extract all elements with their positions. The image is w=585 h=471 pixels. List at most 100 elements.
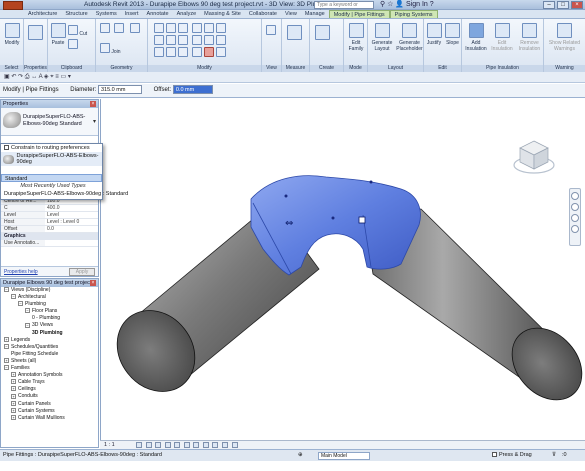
tab-view[interactable]: View	[281, 10, 301, 18]
analytical-model-icon[interactable]	[231, 441, 238, 448]
connector-point[interactable]	[284, 194, 288, 198]
apply-button[interactable]: Apply	[69, 268, 95, 276]
edit-insulation-button[interactable]: Edit Insulation	[489, 23, 515, 52]
render-icon[interactable]	[174, 441, 181, 448]
collapse-icon[interactable]: −	[18, 301, 23, 307]
align-icon[interactable]	[154, 23, 164, 33]
trim-icon[interactable]	[154, 47, 164, 57]
pan-icon[interactable]	[571, 203, 579, 211]
active-model-select[interactable]: Main Model	[318, 452, 370, 460]
justify-button[interactable]: Justify	[425, 23, 443, 46]
tree-item[interactable]: − Architectural	[1, 294, 98, 301]
connector-point[interactable]	[331, 216, 335, 220]
minimize-icon[interactable]: –	[543, 1, 555, 9]
graphics-section-header[interactable]: Graphics	[1, 233, 98, 240]
expand-icon[interactable]: +	[11, 372, 16, 378]
visual-style-icon[interactable]	[145, 441, 152, 448]
tree-item[interactable]: −3D Views	[1, 322, 98, 329]
reveal-hidden-icon[interactable]	[222, 441, 229, 448]
tab-massing-site[interactable]: Massing & Site	[200, 10, 245, 18]
generate-layout-button[interactable]: Generate Layout	[369, 23, 395, 52]
shadows-icon[interactable]	[164, 441, 171, 448]
steering-wheel-icon[interactable]	[571, 192, 579, 200]
collapse-icon[interactable]: −	[4, 287, 9, 293]
temporary-hide-icon[interactable]	[212, 441, 219, 448]
print-icon[interactable]: ⎙	[25, 74, 30, 80]
tree-item[interactable]: − Families	[1, 365, 98, 372]
orbit-icon[interactable]	[571, 225, 579, 233]
viewcube[interactable]	[512, 135, 556, 179]
expand-icon[interactable]: +	[11, 386, 16, 392]
close-icon[interactable]: ×	[571, 1, 583, 9]
text-icon[interactable]: A	[39, 74, 43, 80]
press-drag-checkbox[interactable]: Press & Drag	[492, 450, 532, 461]
rotate-icon[interactable]	[178, 35, 188, 45]
copy-button[interactable]	[68, 39, 78, 51]
expand-icon[interactable]: +	[11, 407, 16, 413]
application-menu-button[interactable]	[3, 1, 23, 10]
show-related-warnings-button[interactable]: Show Related Warnings	[545, 23, 584, 52]
lock-view-icon[interactable]	[202, 441, 209, 448]
collapse-icon[interactable]: −	[11, 294, 16, 300]
collapse-icon[interactable]: −	[4, 343, 9, 349]
split-gap-icon[interactable]	[204, 35, 214, 45]
worksets-icon[interactable]: ⊕	[298, 450, 303, 461]
offset-input[interactable]: 0.0 mm	[172, 84, 213, 94]
tree-item[interactable]: Pipe Fitting Schedule	[1, 351, 98, 358]
tab-structure[interactable]: Structure	[61, 10, 91, 18]
viewcube-icon[interactable]	[512, 135, 556, 179]
star-icon[interactable]: ☆	[387, 1, 393, 8]
tree-item[interactable]: 0 - Plumbing	[1, 315, 98, 322]
expand-icon[interactable]: +	[4, 336, 9, 342]
unpin-icon[interactable]	[216, 35, 226, 45]
tree-item[interactable]: − Plumbing	[1, 301, 98, 308]
redo-icon[interactable]: ↷	[18, 74, 23, 80]
delete-icon[interactable]	[204, 47, 214, 57]
tree-item[interactable]: − Floor Plans	[1, 308, 98, 315]
tree-item[interactable]: − Schedules/Quantities	[1, 344, 98, 351]
offset-icon[interactable]	[166, 23, 176, 33]
tree-item[interactable]: + Conduits	[1, 393, 98, 400]
tree-item[interactable]: + Sheets (all)	[1, 358, 98, 365]
rotate-grip-icon[interactable]	[358, 216, 366, 224]
property-row[interactable]: Use Annotatio...	[1, 240, 98, 247]
array-icon[interactable]	[178, 47, 188, 57]
crop-view-icon[interactable]	[183, 441, 190, 448]
view-scale[interactable]: 1 : 1	[104, 442, 115, 448]
edit-family-button[interactable]: Edit Family	[345, 23, 367, 52]
match-icon[interactable]	[216, 47, 226, 57]
collapse-icon[interactable]: −	[25, 322, 30, 328]
tree-item[interactable]: + Cable Trays	[1, 379, 98, 386]
create-similar-button[interactable]	[315, 25, 330, 42]
collapse-icon[interactable]: −	[4, 365, 9, 371]
wall-joins-button[interactable]	[130, 23, 140, 35]
show-crop-icon[interactable]	[193, 441, 200, 448]
tab-insert[interactable]: Insert	[121, 10, 143, 18]
expand-icon[interactable]: +	[11, 400, 16, 406]
generate-placeholder-button[interactable]: Generate Placeholder	[395, 23, 424, 52]
tree-item[interactable]: + Legends	[1, 337, 98, 344]
slope-button[interactable]: Slope	[444, 23, 461, 46]
type-option-standard[interactable]: Standard	[1, 174, 102, 182]
pin-icon[interactable]	[216, 23, 226, 33]
tree-item[interactable]: + Curtain Wall Mullions	[1, 415, 98, 422]
tab-modify-pipe-fittings[interactable]: Modify | Pipe Fittings	[328, 10, 390, 18]
property-row[interactable]: Offset 0.0	[1, 226, 98, 233]
cut-button[interactable]: Cut	[68, 25, 87, 37]
help-icon[interactable]: ?	[430, 1, 434, 8]
collapse-icon[interactable]: −	[25, 308, 30, 314]
thin-lines-icon[interactable]: ≡	[55, 74, 59, 80]
tree-item[interactable]: + Annotation Symbols	[1, 372, 98, 379]
paste-button[interactable]: Paste	[51, 23, 66, 46]
sign-in-link[interactable]: Sign In	[406, 1, 428, 8]
tree-item[interactable]: + Ceilings	[1, 386, 98, 393]
tree-item[interactable]: + Curtain Panels	[1, 401, 98, 408]
type-properties-button[interactable]	[28, 25, 43, 42]
split-icon[interactable]	[166, 47, 176, 57]
selected-elbow-fitting[interactable]	[250, 175, 421, 276]
property-row[interactable]: C 400.0	[1, 205, 98, 212]
sun-path-icon[interactable]	[155, 441, 162, 448]
extend-icon[interactable]	[192, 47, 202, 57]
trim-extend-icon[interactable]	[192, 35, 202, 45]
measure-button[interactable]	[287, 25, 302, 42]
